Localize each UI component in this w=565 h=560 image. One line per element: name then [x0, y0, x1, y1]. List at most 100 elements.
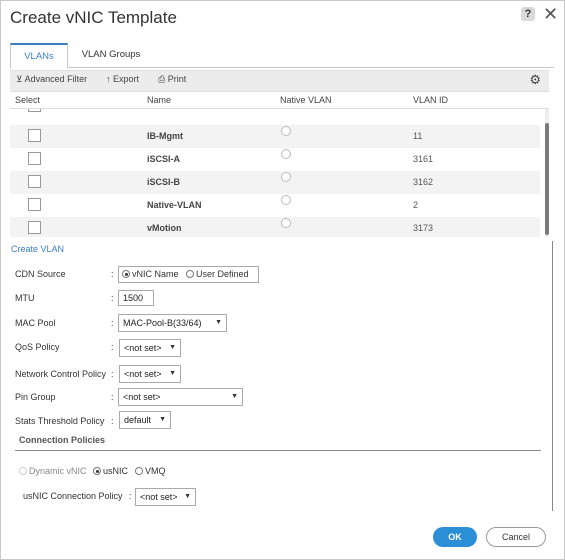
cancel-button[interactable]: Cancel — [486, 527, 546, 547]
header-vlan-id: VLAN ID — [413, 95, 449, 105]
chevron-down-icon: ▼ — [231, 393, 238, 400]
table-row: iSCSI-A 3161 — [10, 148, 540, 171]
vlan-id: 2 — [413, 200, 419, 210]
table-header: Select Name Native VLAN VLAN ID — [10, 93, 549, 109]
create-vlan-link[interactable]: Create VLAN — [11, 244, 64, 254]
radio-unselected-icon — [135, 467, 143, 475]
vlan-id: 3173 — [413, 223, 434, 233]
select-checkbox[interactable] — [28, 198, 41, 211]
colon: : — [111, 369, 114, 379]
chevron-down-icon: ▼ — [169, 344, 176, 351]
cdn-source-user-defined-label: User Defined — [196, 269, 249, 279]
chevron-down-icon: ▼ — [169, 370, 176, 377]
vmq-option[interactable]: VMQ — [135, 466, 166, 476]
tab-vlans[interactable]: VLANs — [10, 43, 68, 69]
vlan-name: vMotion — [147, 223, 182, 233]
network-control-policy-value: <not set> — [124, 369, 162, 379]
network-control-policy-label: Network Control Policy — [15, 369, 107, 379]
vlan-id: 11 — [413, 131, 423, 141]
radio-selected-icon — [122, 270, 130, 278]
pin-group-select[interactable]: <not set> ▼ — [118, 388, 243, 406]
table-scrollbar[interactable] — [545, 109, 549, 237]
pin-group-value: <not set> — [123, 392, 161, 402]
ok-button[interactable]: OK — [433, 527, 477, 547]
usnic-option[interactable]: usNIC — [93, 466, 128, 476]
colon: : — [111, 318, 114, 328]
radio-selected-icon — [93, 467, 101, 475]
select-checkbox[interactable] — [28, 221, 41, 234]
header-select: Select — [15, 95, 41, 105]
usnic-connection-policy-select[interactable]: <not set> ▼ — [135, 488, 196, 506]
table-row: iSCSI-B 3162 — [10, 171, 540, 194]
table-row: default 1 — [10, 109, 540, 118]
colon: : — [111, 416, 114, 426]
qos-policy-select[interactable]: <not set> ▼ — [119, 339, 181, 357]
export-icon: ↑ — [106, 74, 111, 84]
colon: : — [111, 293, 114, 303]
vlan-id: 1 — [413, 109, 418, 111]
usnic-label: usNIC — [103, 466, 129, 476]
vlan-id: 3162 — [413, 177, 434, 187]
vlan-name: IB-Mgmt — [147, 131, 183, 141]
section-divider — [15, 450, 541, 451]
colon: : — [111, 392, 114, 402]
cdn-source-radio-group: vNIC Name User Defined — [118, 266, 259, 283]
cdn-source-vnic-name-option[interactable]: vNIC Name — [122, 269, 179, 279]
cdn-source-user-defined-option[interactable]: User Defined — [186, 269, 249, 279]
chevron-down-icon: ▼ — [184, 493, 191, 500]
create-vnic-template-dialog: Create vNIC Template ? ✕ VLANs VLAN Grou… — [0, 0, 565, 560]
dynamic-vnic-option[interactable]: Dynamic vNIC — [19, 466, 87, 476]
advanced-filter-button[interactable]: ⊻ Advanced Filter — [16, 74, 87, 85]
table-scrollbar-thumb[interactable] — [545, 123, 549, 235]
usnic-connection-policy-value: <not set> — [140, 492, 178, 502]
colon: : — [111, 342, 114, 352]
select-checkbox[interactable] — [28, 152, 41, 165]
cdn-source-vnic-name-label: vNIC Name — [132, 269, 179, 279]
vlan-id: 3161 — [413, 154, 434, 164]
print-label: Print — [167, 74, 187, 84]
select-checkbox[interactable] — [28, 175, 41, 188]
connection-policies-heading: Connection Policies — [19, 435, 106, 445]
mac-pool-label: MAC Pool — [15, 318, 56, 328]
table-toolbar: ⊻ Advanced Filter ↑ Export ⎙ Print ⚙ — [10, 70, 549, 92]
tab-divider — [67, 67, 554, 68]
chevron-down-icon: ▼ — [159, 416, 166, 423]
native-vlan-radio[interactable] — [281, 218, 291, 228]
native-vlan-radio[interactable] — [281, 172, 291, 182]
table-row: IB-Mgmt 11 — [10, 125, 540, 148]
tab-vlan-groups[interactable]: VLAN Groups — [71, 43, 151, 67]
print-icon: ⎙ — [158, 74, 166, 84]
select-checkbox[interactable] — [28, 129, 41, 142]
qos-policy-label: QoS Policy — [15, 342, 60, 352]
qos-policy-value: <not set> — [124, 343, 162, 353]
select-checkbox[interactable] — [28, 109, 41, 112]
cdn-source-label: CDN Source — [15, 269, 66, 279]
header-name: Name — [147, 95, 172, 105]
mtu-input[interactable]: 1500 — [118, 290, 154, 306]
export-label: Export — [113, 74, 140, 84]
native-vlan-radio[interactable] — [281, 149, 291, 159]
vlan-name: iSCSI-B — [147, 177, 181, 187]
table-row: vMotion 3173 — [10, 217, 540, 237]
close-icon[interactable]: ✕ — [543, 5, 558, 23]
form-scrollbar[interactable] — [552, 241, 553, 511]
dialog-title: Create vNIC Template — [10, 8, 177, 27]
table-row: Native-VLAN 2 — [10, 194, 540, 217]
export-button[interactable]: ↑ Export — [106, 74, 139, 84]
vlan-name: Native-VLAN — [147, 200, 202, 210]
help-icon[interactable]: ? — [521, 7, 535, 21]
vmq-label: VMQ — [145, 466, 166, 476]
dynamic-vnic-label: Dynamic vNIC — [29, 466, 87, 476]
native-vlan-radio[interactable] — [281, 195, 291, 205]
header-native-vlan: Native VLAN — [280, 95, 332, 105]
stats-threshold-policy-label: Stats Threshold Policy — [15, 416, 105, 426]
mac-pool-select[interactable]: MAC-Pool-B(33/64) ▼ — [118, 314, 227, 332]
mtu-label: MTU — [15, 293, 35, 303]
print-button[interactable]: ⎙ Print — [158, 74, 186, 85]
gear-icon[interactable]: ⚙ — [529, 72, 541, 88]
native-vlan-radio[interactable] — [281, 126, 291, 136]
network-control-policy-select[interactable]: <not set> ▼ — [119, 365, 181, 383]
vlan-table-body: default 1 IB-Mgmt 11 iSCSI-A 3161 iSCSI-… — [10, 109, 540, 237]
stats-threshold-policy-select[interactable]: default ▼ — [119, 411, 171, 429]
radio-unselected-icon — [19, 467, 27, 475]
